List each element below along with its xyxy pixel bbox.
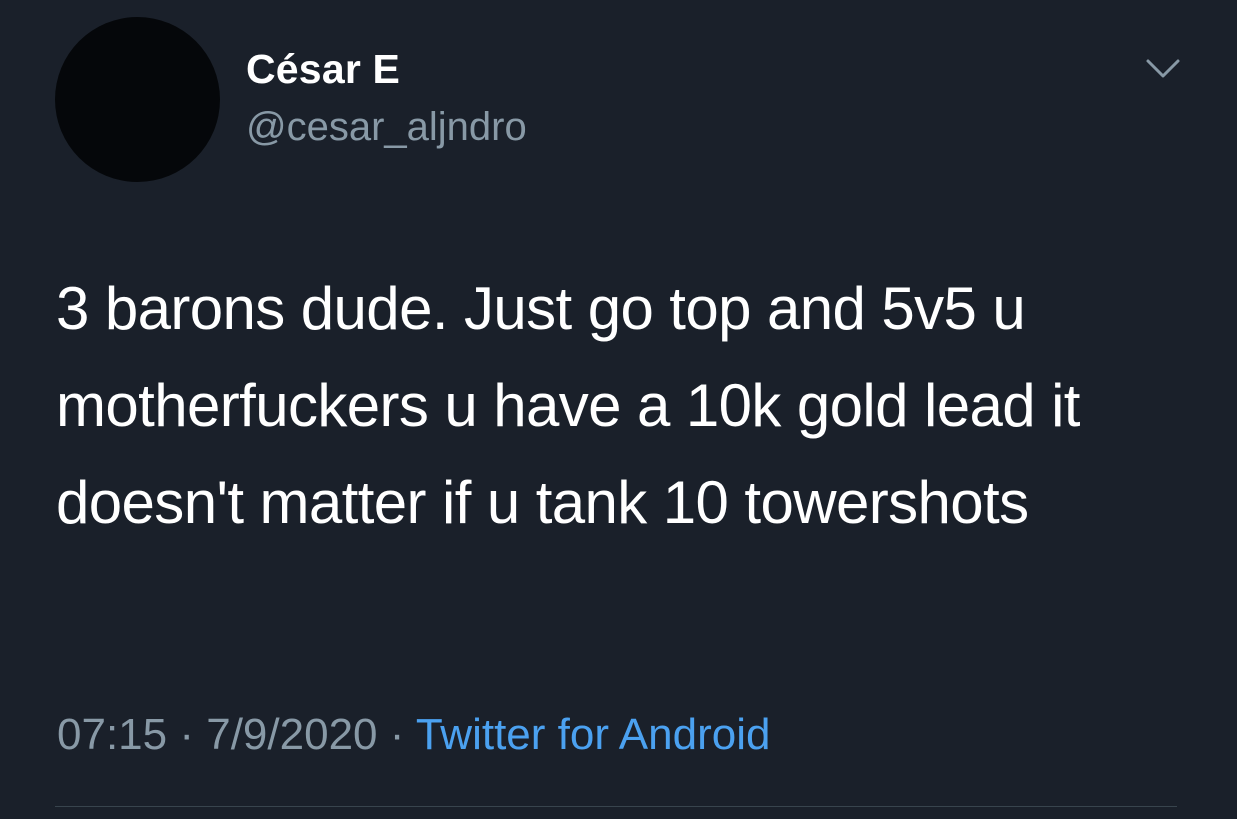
divider [55, 806, 1177, 807]
tweet-meta: 07:15 · 7/9/2020 · Twitter for Android [57, 710, 770, 760]
tweet-detail: César E @cesar_aljndro 3 barons dude. Ju… [0, 0, 1237, 819]
avatar[interactable] [55, 17, 220, 182]
chevron-down-icon[interactable] [1143, 54, 1183, 84]
author-handle[interactable]: @cesar_aljndro [246, 105, 527, 150]
tweet-date: 7/9/2020 [206, 710, 378, 759]
meta-separator: · [389, 710, 405, 759]
tweet-text: 3 barons dude. Just go top and 5v5 u mot… [56, 275, 1080, 536]
tweet-time: 07:15 [57, 710, 168, 759]
chevron-down-icon-glyph [1146, 59, 1180, 78]
meta-separator: · [179, 710, 194, 759]
author-display-name[interactable]: César E [246, 46, 400, 93]
tweet-source-link[interactable]: Twitter for Android [416, 710, 771, 759]
